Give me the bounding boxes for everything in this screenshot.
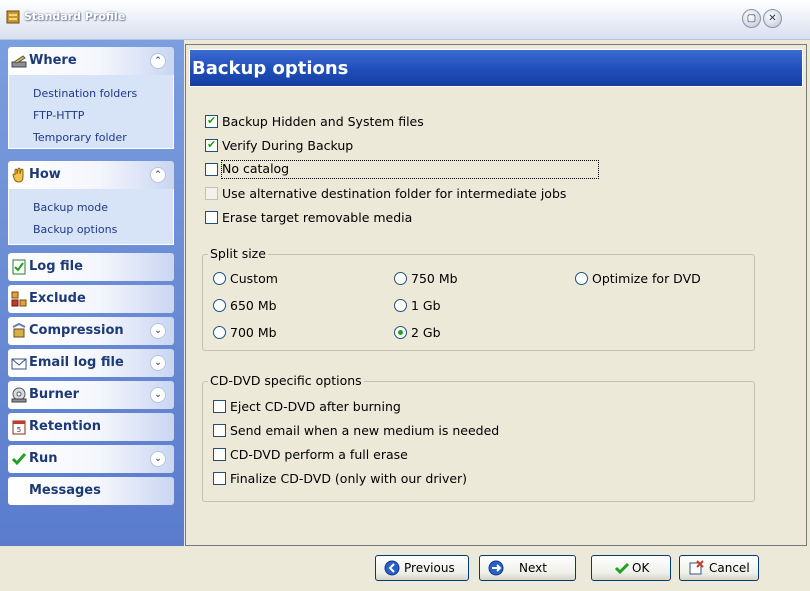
minimize-button[interactable]: ▢ [742,9,761,28]
sidebar-group-where[interactable]: Where ⌃ [8,47,174,75]
sidebar-group-exclude[interactable]: Exclude [8,285,174,313]
label-finalize-cd-dvd: Finalize CD-DVD (only with our driver) [230,471,468,486]
sidebar-group-retention[interactable]: 5 Retention [8,413,174,441]
compression-icon [12,323,26,338]
cd-dvd-legend: CD-DVD specific options [208,373,364,388]
exclude-icon [11,291,27,307]
sidebar-group-messages[interactable]: Messages [8,477,174,505]
label-optimize-dvd: Optimize for DVD [592,271,701,286]
label-custom: Custom [230,271,278,286]
burner-icon [11,387,27,403]
radio-650mb[interactable] [213,299,226,312]
chevron-down-icon[interactable]: ⌄ [150,451,166,467]
split-size-group: Split size Custom 650 Mb 700 Mb 750 Mb 1… [202,246,755,351]
sidebar-where-items: Destination folders FTP-HTTP Temporary f… [8,75,174,149]
checkbox-backup-hidden-system[interactable] [205,114,218,128]
label-full-erase: CD-DVD perform a full erase [230,447,408,462]
radio-custom[interactable] [213,272,226,285]
checkbox-eject-cd-dvd[interactable] [213,400,226,413]
radio-1gb[interactable] [394,299,407,312]
label-backup-hidden-system: Backup Hidden and System files [222,114,424,129]
sidebar-item-backup-options[interactable]: Backup options [33,223,117,236]
pen-icon [11,55,27,68]
label-700mb: 700 Mb [230,325,277,340]
arrow-right-icon [488,560,504,576]
radio-700mb[interactable] [213,326,226,339]
calendar-icon: 5 [12,420,26,435]
label-2gb: 2 Gb [411,325,441,340]
email-icon [11,358,27,370]
label-650mb: 650 Mb [230,298,277,313]
sidebar: Where ⌃ Destination folders FTP-HTTP Tem… [0,40,184,546]
sidebar-item-ftp-http[interactable]: FTP-HTTP [33,109,84,122]
radio-750mb[interactable] [394,272,407,285]
checkbox-alternative-destination[interactable] [205,187,218,200]
radio-optimize-dvd[interactable] [575,272,588,285]
chevron-down-icon[interactable]: ⌄ [150,387,166,403]
minimize-icon: ▢ [746,13,757,24]
label-eject-cd-dvd: Eject CD-DVD after burning [230,399,401,414]
label-send-email-new-medium: Send email when a new medium is needed [230,423,500,438]
previous-button[interactable]: Previous [375,555,469,581]
page-title: Backup options [192,58,349,79]
sidebar-group-email-log-file[interactable]: Email log file ⌄ [8,349,174,377]
chevron-up-icon[interactable]: ⌃ [150,53,166,69]
checkbox-verify-during-backup[interactable] [205,138,218,152]
log-file-icon [12,259,26,275]
next-button[interactable]: Next [479,555,576,581]
content-header: Backup options [189,49,803,87]
svg-text:5: 5 [17,426,21,434]
split-size-legend: Split size [208,246,268,261]
sidebar-item-backup-mode[interactable]: Backup mode [33,201,108,214]
sidebar-group-compression[interactable]: Compression ⌄ [8,317,174,345]
run-check-icon [11,453,27,466]
hand-icon [12,167,24,183]
close-icon: ✕ [768,13,777,24]
window-title: Standard Profile [24,10,126,23]
sidebar-group-log-file[interactable]: Log file [8,253,174,281]
checkbox-send-email-new-medium[interactable] [213,424,226,437]
sidebar-item-temporary-folder[interactable]: Temporary folder [33,131,127,144]
sidebar-how-items: Backup mode Backup options [8,189,174,245]
sidebar-item-destination-folders[interactable]: Destination folders [33,87,137,100]
sidebar-group-burner[interactable]: Burner ⌄ [8,381,174,409]
check-icon [614,562,630,575]
button-bar: Previous Next OK Cancel [0,546,810,591]
checkbox-finalize-cd-dvd[interactable] [213,472,226,485]
checkbox-no-catalog[interactable] [205,163,218,176]
cd-dvd-options-group: CD-DVD specific options Eject CD-DVD aft… [202,373,755,502]
cancel-icon [689,560,704,575]
label-no-catalog: No catalog [221,160,599,179]
sidebar-group-how[interactable]: How ⌃ [8,161,174,189]
label-750mb: 750 Mb [411,271,458,286]
chevron-up-icon[interactable]: ⌃ [150,167,166,183]
label-verify-during-backup: Verify During Backup [222,138,354,153]
label-erase-removable-media: Erase target removable media [222,210,413,225]
label-1gb: 1 Gb [411,298,441,313]
checkbox-erase-removable-media[interactable] [205,211,218,224]
label-alternative-destination: Use alternative destination folder for i… [222,186,567,201]
title-bar: Standard Profile ▢ ✕ [0,0,810,40]
arrow-left-icon [384,560,400,576]
content-panel: Backup options Backup Hidden and System … [185,44,807,546]
chevron-down-icon[interactable]: ⌄ [150,323,166,339]
close-button[interactable]: ✕ [763,9,782,28]
app-icon [6,10,20,24]
sidebar-group-run[interactable]: Run ⌄ [8,445,174,473]
chevron-down-icon[interactable]: ⌄ [150,355,166,371]
radio-2gb[interactable] [394,326,407,339]
checkbox-full-erase[interactable] [213,448,226,461]
ok-button[interactable]: OK [591,555,671,581]
cancel-button[interactable]: Cancel [679,555,759,581]
